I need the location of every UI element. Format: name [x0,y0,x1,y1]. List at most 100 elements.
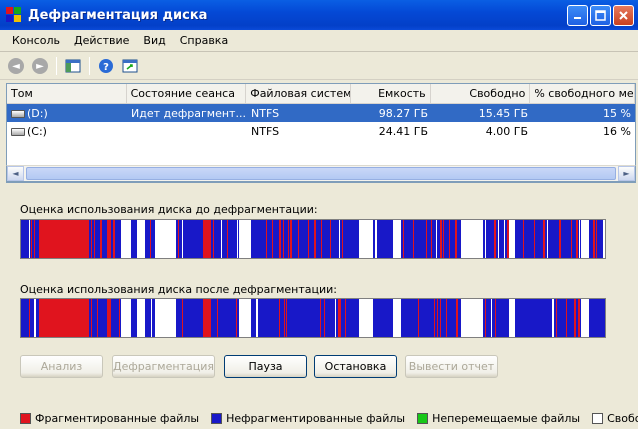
fragment-stripe [449,220,450,258]
fragment-stripe [290,220,292,258]
fragment-stripe [308,220,309,258]
maximize-button[interactable] [590,5,611,26]
hard-drive-icon [11,109,25,118]
fragment-stripe [436,220,437,258]
before-defrag-label: Оценка использования диска до дефрагмент… [20,203,318,216]
fragment-stripe [236,299,237,337]
minimize-icon [574,17,581,19]
fragment-stripe [279,299,280,337]
fragment-stripe [266,220,267,258]
fragment-stripe [455,220,457,258]
fragment-stripe [523,220,524,258]
horizontal-scrollbar[interactable]: ◄ ► [6,165,636,182]
scroll-right-icon[interactable]: ► [618,166,635,181]
hard-drive-icon [11,127,25,136]
back-button[interactable]: ◄ [6,56,26,76]
free-block [155,299,176,337]
defragment-button[interactable]: Дефрагментация [112,355,215,378]
menu-console[interactable]: Консоль [0,34,67,47]
fragment-stripe [178,220,179,258]
fragment-stripe [593,220,595,258]
close-button[interactable] [613,5,634,26]
fragment-stripe [272,220,273,258]
fragment-stripe [213,220,214,258]
contiguous-block [401,299,461,337]
fragment-stripe [330,220,331,258]
view-report-button[interactable]: Вывести отчет [405,355,498,378]
column-header-capacity[interactable]: Емкость [351,84,431,103]
fragment-stripe [603,220,605,258]
capacity: 24.41 ГБ [378,124,428,138]
toolbar-separator [56,57,57,75]
stop-button[interactable]: Остановка [314,355,397,378]
legend-fragmented-label: Фрагментированные файлы [35,412,200,425]
file-system: NTFS [251,124,280,138]
scroll-left-icon[interactable]: ◄ [7,166,24,181]
scrollbar-track[interactable] [24,166,618,181]
legend-fragmented: Фрагментированные файлы [20,412,199,425]
free-block [461,220,483,258]
fragment-stripe [227,220,228,258]
column-header-filesystem[interactable]: Файловая система [246,84,351,103]
fragment-stripe [485,220,486,258]
fragment-stripe [283,220,284,258]
fragment-stripe [29,220,30,258]
fragment-stripe [375,220,377,258]
column-header-percent-free[interactable]: % свободного мест [530,84,635,103]
session-status: Идет дефрагмент... [131,106,246,120]
forward-button[interactable]: ► [30,56,50,76]
export-button[interactable] [120,56,140,76]
fragment-stripe [596,220,597,258]
fragment-stripe [150,220,151,258]
legend-contiguous: Нефрагментированные файлы [211,412,405,425]
fragment-stripe [507,220,509,258]
title-bar: Дефрагментация диска [0,0,638,30]
fragmented-block [203,299,211,337]
help-button[interactable]: ? [96,56,116,76]
fragment-stripe [504,220,505,258]
show-hide-tree-button[interactable] [63,56,83,76]
column-header-status[interactable]: Состояние сеанса [127,84,247,103]
free-block [461,299,483,337]
contiguous-block [589,299,605,337]
percent-free: 16 % [603,124,631,138]
forward-icon: ► [32,58,48,74]
menu-action[interactable]: Действие [67,34,136,47]
percent-free: 15 % [603,106,631,120]
toolbar-separator [89,57,90,75]
fragment-stripe [237,220,238,258]
fragment-stripe [543,220,545,258]
fragment-stripe [256,299,258,337]
fragment-stripe [559,220,561,258]
fragment-stripe [440,220,442,258]
menu-help[interactable]: Справка [173,34,235,47]
fragment-stripe [298,220,299,258]
volume-row[interactable]: (C:) NTFS 24.41 ГБ 4.00 ГБ 16 % [7,122,635,140]
fragment-stripe [547,220,548,258]
fragmented-swatch [20,413,31,424]
pause-button[interactable]: Пауза [224,355,307,378]
column-header-volume[interactable]: Том [7,84,127,103]
free-block [359,220,373,258]
contiguous-block [211,220,239,258]
minimize-button[interactable] [567,5,588,26]
legend-free-label: Свободно [607,412,638,425]
fragment-stripe [576,220,578,258]
analyze-button[interactable]: Анализ [20,355,103,378]
capacity: 98.27 ГБ [378,106,428,120]
menu-bar: Консоль Действие Вид Справка [0,30,638,52]
fragment-stripe [426,220,427,258]
legend-contiguous-label: Нефрагментированные файлы [226,412,406,425]
column-header-free[interactable]: Свободно [431,84,531,103]
contiguous-block [251,299,359,337]
window-title: Дефрагментация диска [28,7,208,23]
scrollbar-thumb[interactable] [26,167,616,180]
disk-usage-map-after [21,299,605,337]
contiguous-block [111,220,121,258]
volume-row[interactable]: (D:) Идет дефрагмент... NTFS 98.27 ГБ 15… [7,104,635,122]
maximize-icon [595,10,606,21]
menu-view[interactable]: Вид [136,34,172,47]
fragment-stripe [340,299,341,337]
volume-name: (C:) [27,124,47,138]
volume-list-header: Том Состояние сеанса Файловая система Ем… [7,84,635,104]
